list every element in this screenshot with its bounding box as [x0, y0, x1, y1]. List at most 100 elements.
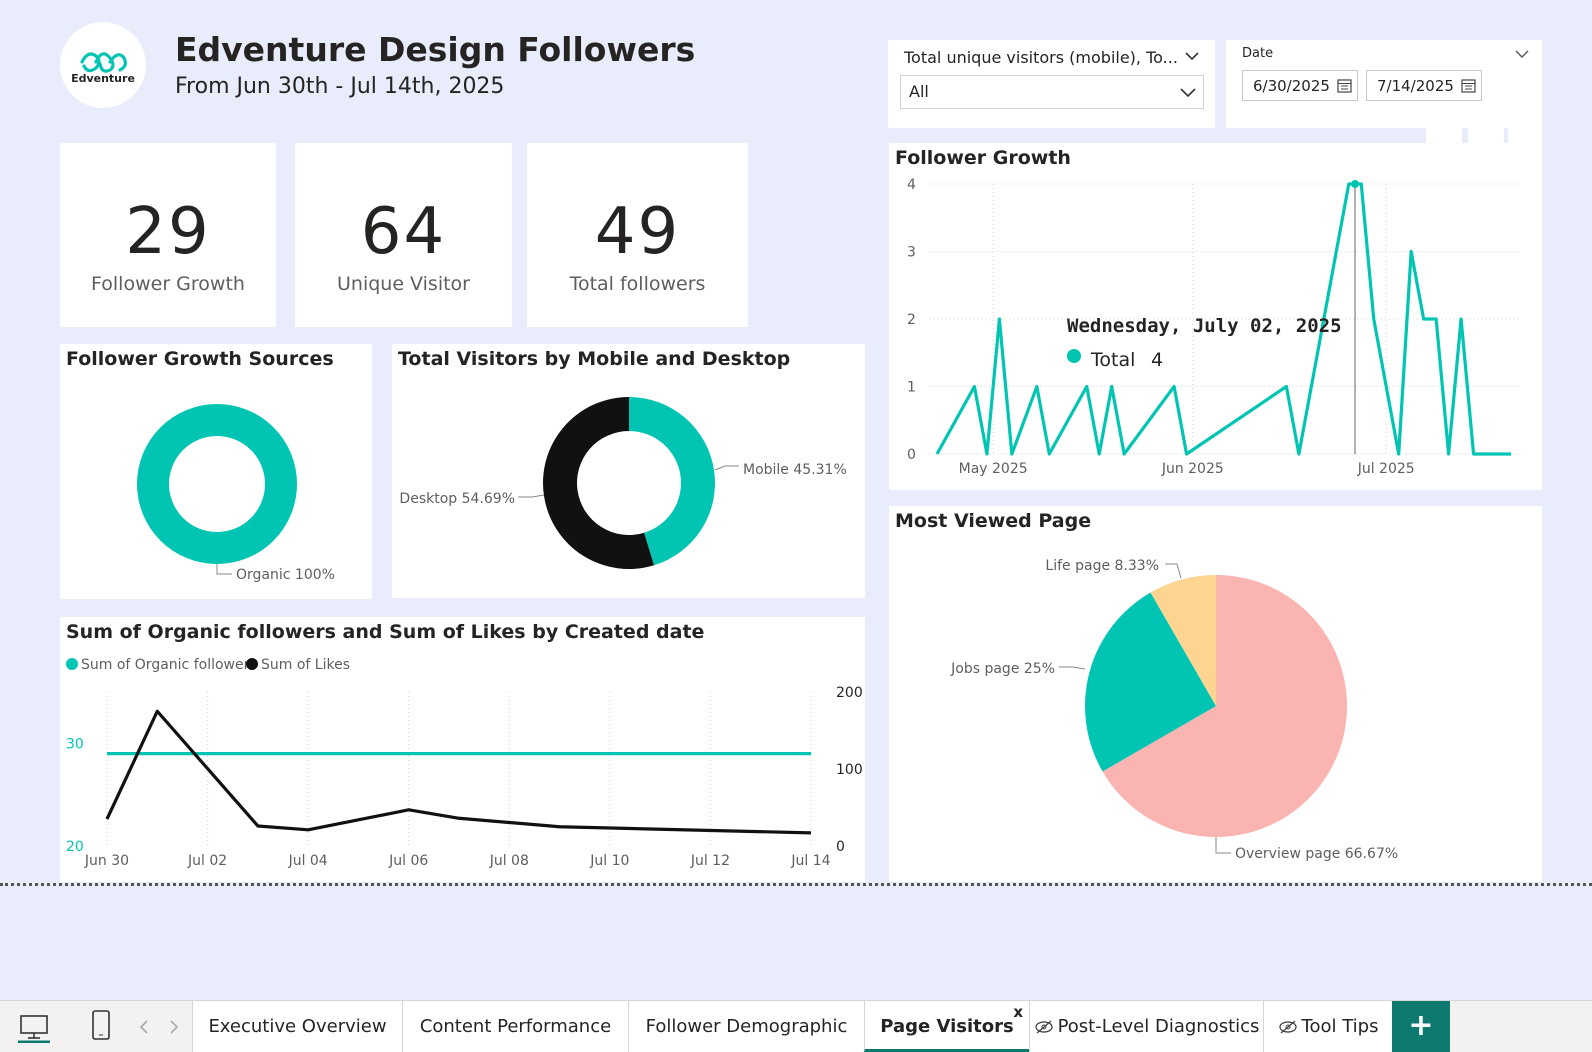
chevron-right-icon[interactable] — [168, 1019, 180, 1035]
tab-label: Tool Tips — [1301, 1016, 1379, 1037]
y-tick-label: 3 — [907, 245, 916, 261]
y-left-tick-label: 20 — [66, 839, 84, 855]
tab-label: Page Visitors — [880, 1016, 1014, 1037]
tooltip-date: Wednesday, July 02, 2025 — [1067, 315, 1342, 337]
tab-label: Post-Level Diagnostics — [1057, 1016, 1260, 1037]
x-tick-label: Jul 10 — [589, 853, 629, 869]
end-date-input[interactable]: 7/14/2025 — [1366, 70, 1482, 101]
tooltip-series: Total — [1091, 349, 1136, 371]
y-tick-label: 0 — [907, 447, 916, 463]
y-right-tick-label: 200 — [836, 685, 863, 701]
tab-label: Executive Overview — [208, 1016, 387, 1037]
desktop-view-icon[interactable] — [18, 1011, 50, 1043]
tab-label: Follower Demographic — [645, 1016, 848, 1037]
y-tick-label: 1 — [907, 380, 916, 396]
legend-marker — [66, 658, 78, 670]
tab-post-level-diagnostics[interactable]: Post-Level Diagnostics — [1029, 1001, 1263, 1052]
add-page-button[interactable]: + — [1392, 1001, 1450, 1052]
legend-marker — [246, 658, 258, 670]
tab-follower-demographic[interactable]: Follower Demographic — [628, 1001, 864, 1052]
visitor-type-dropdown[interactable]: All — [900, 75, 1204, 109]
pie-slice — [137, 404, 297, 564]
chevron-left-icon[interactable] — [138, 1019, 150, 1035]
x-tick-label: Jul 14 — [790, 853, 830, 869]
series-line — [105, 709, 812, 835]
slice-label: Mobile 45.31% — [743, 462, 847, 478]
slice-label: Jobs page 25% — [950, 661, 1055, 677]
x-tick-label: Jul 08 — [489, 853, 529, 869]
calendar-icon[interactable] — [1461, 78, 1476, 93]
tooltip-legend-dot — [1067, 349, 1081, 363]
kpi-value: 29 — [125, 195, 211, 269]
x-tick-label: Jul 2025 — [1357, 461, 1415, 477]
slice-leader-line — [518, 494, 545, 498]
slice-leader-line — [714, 465, 739, 471]
follower-growth-card: Follower Growth 0 1 2 3 4 May 2025 Jun 2025 Jul… — [889, 143, 1542, 490]
visitors-device-donut-chart: Mobile 45.31% Desktop 54.69% — [399, 397, 847, 569]
tooltip-value: 4 — [1151, 349, 1164, 371]
x-tick-label: Jun 2025 — [1161, 461, 1224, 477]
hidden-eye-icon — [1034, 1020, 1053, 1034]
kpi-label: Unique Visitor — [337, 273, 470, 295]
visual-more-icon[interactable] — [1508, 126, 1542, 144]
visual-filter-icon[interactable] — [1426, 126, 1462, 144]
organic-likes-line-chart: Sum of Organic followers Sum of Likes Jun … — [66, 657, 863, 869]
x-tick-label: Jul 04 — [288, 853, 328, 869]
page-title: Edventure Design Followers — [175, 30, 696, 69]
end-date-value: 7/14/2025 — [1377, 77, 1454, 95]
y-left-tick-label: 30 — [66, 736, 84, 752]
tab-tool-tips[interactable]: Tool Tips — [1263, 1001, 1392, 1052]
slice-label: Organic 100% — [236, 567, 335, 583]
visual-focus-icon[interactable] — [1468, 126, 1504, 144]
most-viewed-page-pie-chart: Overview page 66.67% Jobs page 25% Life pa… — [950, 558, 1398, 862]
slice-label: Life page 8.33% — [1045, 558, 1159, 574]
x-tick-label: May 2025 — [959, 461, 1028, 477]
tab-content-performance[interactable]: Content Performance — [402, 1001, 628, 1052]
kpi-value: 64 — [360, 195, 447, 269]
page-boundary-line — [0, 883, 1592, 886]
chevron-down-icon[interactable] — [1184, 50, 1200, 62]
calendar-icon[interactable] — [1337, 78, 1352, 93]
y-tick-label: 4 — [907, 177, 916, 193]
kpi-card-unique-visitor: 64 Unique Visitor — [295, 143, 512, 327]
legend-label: Sum of Likes — [261, 657, 350, 673]
tab-label: Content Performance — [419, 1016, 612, 1037]
visitor-type-slicer: Total unique visitors (mobile), To... Al… — [888, 40, 1215, 128]
dropdown-value: All — [909, 82, 929, 101]
kpi-card-follower-growth: 29 Follower Growth — [60, 143, 276, 327]
y-right-tick-label: 100 — [836, 762, 863, 778]
date-slicer: Date 6/30/2025 7/14/2025 — [1226, 40, 1542, 128]
slice-leader-line — [216, 564, 232, 575]
organic-likes-card: Sum of Organic followers and Sum of Like… — [60, 617, 865, 882]
x-tick-label: Jul 06 — [388, 853, 428, 869]
slice-leader-line — [1059, 666, 1086, 670]
date-slicer-title: Date — [1242, 46, 1274, 61]
follower-sources-donut-chart: Organic 100% — [137, 404, 335, 583]
hover-point — [1351, 180, 1360, 188]
mobile-view-icon[interactable] — [90, 1009, 112, 1041]
kpi-card-total-followers: 49 Total followers — [527, 143, 748, 327]
close-tab-icon[interactable]: x — [1013, 987, 1023, 1038]
chevron-down-icon[interactable] — [1514, 48, 1530, 60]
chevron-down-icon — [1180, 88, 1196, 98]
page-subtitle: From Jun 30th - Jul 14th, 2025 — [175, 74, 505, 99]
visitors-device-card: Total Visitors by Mobile and Desktop Mob… — [392, 344, 865, 598]
edventure-logo: Edventure — [60, 22, 146, 108]
tab-executive-overview[interactable]: Executive Overview — [192, 1001, 402, 1052]
most-viewed-page-card: Most Viewed Page Overview page 66.67% Job… — [889, 506, 1542, 882]
kpi-label: Follower Growth — [91, 273, 245, 295]
slice-leader-line — [1165, 563, 1182, 579]
x-tick-label: Jun 30 — [84, 853, 129, 869]
visitor-slicer-title: Total unique visitors (mobile), To... — [904, 48, 1178, 67]
start-date-input[interactable]: 6/30/2025 — [1242, 70, 1358, 101]
page-tab-bar: Executive Overview Content Performance F… — [0, 1000, 1592, 1052]
start-date-value: 6/30/2025 — [1253, 77, 1330, 95]
slice-leader-line — [1215, 837, 1231, 854]
x-tick-label: Jul 02 — [187, 853, 227, 869]
logo-text: Edventure — [71, 72, 135, 85]
tab-page-visitors[interactable]: Page Visitors x — [864, 1001, 1029, 1052]
y-right-tick-label: 0 — [836, 839, 845, 855]
slice-label: Overview page 66.67% — [1235, 846, 1398, 862]
legend-label: Sum of Organic followers — [81, 657, 257, 673]
kpi-label: Total followers — [569, 273, 706, 295]
